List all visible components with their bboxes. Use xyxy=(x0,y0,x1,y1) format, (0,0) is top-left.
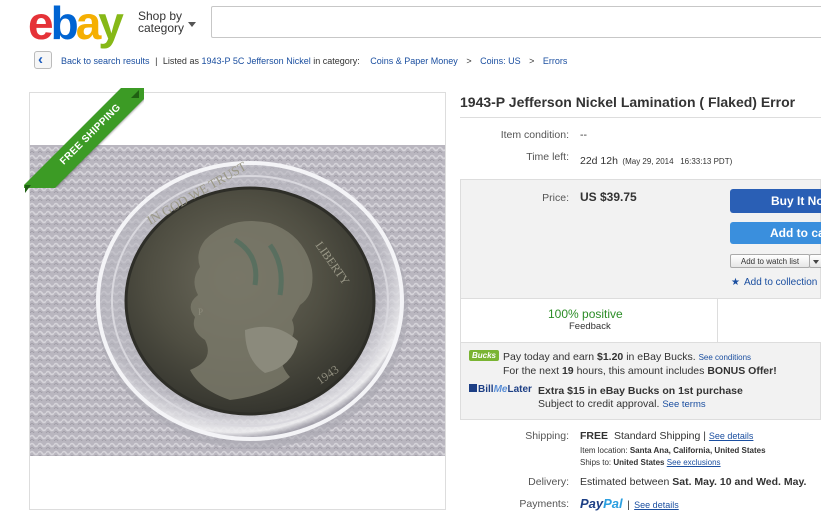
star-icon: ★ xyxy=(731,277,740,288)
ribbon-fold xyxy=(25,185,31,193)
condition-label: Item condition: xyxy=(500,129,569,141)
crumb-separator: > xyxy=(529,56,535,66)
crumb-coins-us[interactable]: Coins: US xyxy=(480,56,521,66)
bml-offer: Extra $15 in eBay Bucks on 1st purchase xyxy=(538,385,743,397)
ships-to: Ships to: United States See exclusions xyxy=(580,458,721,467)
category-label: category xyxy=(138,21,185,35)
price-label: Price: xyxy=(542,192,569,204)
bucks-text: hours, this amount includes xyxy=(576,365,705,377)
ebay-logo[interactable]: ebay xyxy=(28,0,124,46)
shipping-free: FREE xyxy=(580,430,609,442)
see-exclusions-link[interactable]: See exclusions xyxy=(667,458,721,467)
ships-to-label: Ships to: xyxy=(580,458,612,467)
shop-by-category-button[interactable]: Shop by category xyxy=(138,10,196,35)
bml-subject: Subject to credit approval. xyxy=(538,398,660,410)
chevron-down-icon xyxy=(188,22,196,27)
feedback-box xyxy=(461,298,821,343)
delivery-dates: Sat. May. 10 and Wed. May. xyxy=(672,476,807,488)
listed-as-label: Listed as xyxy=(162,56,199,66)
add-to-cart-button[interactable]: Add to ca xyxy=(730,222,821,244)
payments-value: PayPal | See details xyxy=(580,495,679,513)
ribbon-label: FREE SHIPPING xyxy=(24,88,144,188)
condition-value: -- xyxy=(580,129,587,141)
bml-bill: Bill xyxy=(478,384,494,395)
shipping-method: Standard Shipping xyxy=(613,430,701,442)
paypal-logo: PayPal xyxy=(580,496,623,511)
ebay-bucks-badge: Bucks xyxy=(469,350,499,361)
logo-letter-b: b xyxy=(50,0,79,49)
location-label: Item location: xyxy=(580,446,628,455)
time-left-value: 22d 12h xyxy=(580,155,618,167)
in-category-label: in category: xyxy=(313,56,360,66)
pipe-divider: | xyxy=(155,56,158,66)
shipping-value: FREE Standard Shipping | See details xyxy=(580,430,754,442)
bucks-line-2: For the next 19 hours, this amount inclu… xyxy=(503,365,777,377)
check-icon xyxy=(469,384,477,392)
bml-terms-line: Subject to credit approval. See terms xyxy=(538,398,706,410)
item-location: Item location: Santa Ana, California, Un… xyxy=(580,446,766,455)
coin-mint-mark: P xyxy=(198,307,203,317)
chevron-left-icon: ‹ xyxy=(38,51,43,68)
ribbon-fold xyxy=(131,90,139,98)
payments-details-link[interactable]: See details xyxy=(634,500,679,510)
item-title: 1943-P Jefferson Nickel Lamination ( Fla… xyxy=(460,94,796,110)
divider xyxy=(717,298,718,343)
delivery-label: Delivery: xyxy=(528,476,569,488)
paypal-pay: Pay xyxy=(580,496,604,511)
logo-letter-a: a xyxy=(75,0,102,49)
price-value: US $39.75 xyxy=(580,190,637,204)
bill-me-later-logo: BillMeLater xyxy=(469,384,532,395)
bml-me: Me xyxy=(493,384,508,395)
listed-as-link[interactable]: 1943-P 5C Jefferson Nickel xyxy=(201,56,310,66)
bucks-text: For the next xyxy=(503,365,560,377)
shipping-label: Shipping: xyxy=(525,430,569,442)
crumb-separator: > xyxy=(466,56,472,66)
feedback-label: Feedback xyxy=(569,321,611,332)
shipping-details-link[interactable]: See details xyxy=(709,431,754,441)
crumb-coins-paper-money[interactable]: Coins & Paper Money xyxy=(370,56,458,66)
feedback-percent: 100% positive xyxy=(548,307,623,321)
bucks-text: in eBay Bucks. xyxy=(626,351,696,363)
add-to-collection-link[interactable]: ★ Add to collection xyxy=(731,277,817,288)
delivery-value: Estimated between Sat. May. 10 and Wed. … xyxy=(580,476,806,488)
logo-letter-e: e xyxy=(28,0,54,49)
paypal-pal: Pal xyxy=(603,496,623,511)
time-left-detail: (May 29, 2014 16:33:13 PDT) xyxy=(622,157,733,166)
bucks-bonus: BONUS Offer! xyxy=(707,365,777,377)
see-conditions-link[interactable]: See conditions xyxy=(699,353,751,362)
bucks-line-1: Pay today and earn $1.20 in eBay Bucks. … xyxy=(503,351,751,363)
watch-list-dropdown[interactable] xyxy=(809,254,821,268)
pipe-divider: | xyxy=(627,500,630,511)
chevron-down-icon xyxy=(813,260,819,264)
breadcrumb: Back to search results | Listed as 1943-… xyxy=(61,56,567,66)
time-left-label: Time left: xyxy=(526,151,569,163)
payments-label: Payments: xyxy=(519,498,569,510)
add-to-collection-label: Add to collection xyxy=(743,277,818,288)
time-left: 22d 12h (May 29, 2014 16:33:13 PDT) xyxy=(580,151,732,169)
bucks-hours: 19 xyxy=(561,365,574,377)
bucks-amount: $1.20 xyxy=(597,351,624,363)
bml-later: Later xyxy=(507,384,532,395)
back-to-search-link[interactable]: Back to search results xyxy=(61,56,150,66)
ships-to-value: United States xyxy=(613,458,665,467)
location-value: Santa Ana, California, United States xyxy=(629,446,766,455)
crumb-errors[interactable]: Errors xyxy=(543,56,568,66)
item-photo[interactable]: IN GOD WE TRUST LIBERTY 1943 P xyxy=(30,145,445,456)
logo-letter-y: y xyxy=(98,0,124,49)
buy-it-now-button[interactable]: Buy It No xyxy=(730,189,821,213)
delivery-estimate: Estimated between xyxy=(580,476,670,488)
back-button[interactable]: ‹ xyxy=(34,51,52,69)
coin-photo-svg: IN GOD WE TRUST LIBERTY 1943 P xyxy=(30,145,445,456)
search-input[interactable] xyxy=(211,6,821,38)
bucks-text: Pay today and earn xyxy=(503,351,595,363)
add-to-watch-list-button[interactable]: Add to watch list xyxy=(730,254,810,268)
see-terms-link[interactable]: See terms xyxy=(662,399,705,410)
divider xyxy=(460,117,821,118)
free-shipping-ribbon: FREE SHIPPING xyxy=(24,88,144,188)
